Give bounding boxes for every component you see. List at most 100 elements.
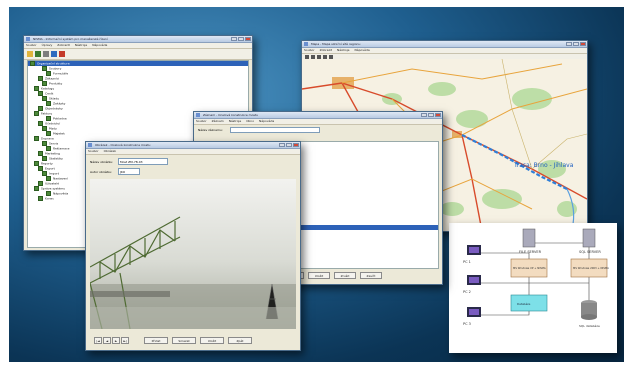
close-button[interactable]	[245, 37, 251, 41]
close-button[interactable]	[580, 42, 586, 46]
record-field-label: Název záznamu:	[198, 128, 223, 132]
menu-item[interactable]: Soubor	[196, 119, 207, 123]
close-button[interactable]	[435, 113, 441, 117]
minimize-button[interactable]	[421, 113, 427, 117]
map-window-title: Mapa - Mapa silniční sítě regionu	[311, 42, 361, 46]
menu-item[interactable]: Soubor	[88, 149, 99, 153]
search-icon[interactable]	[51, 51, 57, 57]
tree-node-label: Statistiky	[49, 156, 63, 161]
tree-node-label: Doprava	[41, 136, 54, 141]
tree-node-label: Objednávky	[45, 106, 63, 111]
maximize-button[interactable]	[428, 113, 434, 117]
menu-item[interactable]: Soubor	[26, 43, 37, 47]
record-field-input[interactable]	[230, 127, 320, 133]
file-server-label: FILE SERVER	[519, 250, 542, 254]
tree-node-label: Účetnictví	[45, 121, 61, 126]
menu-item[interactable]: Nápověda	[259, 119, 274, 123]
save-button[interactable]: Uložit	[200, 337, 224, 344]
next-record-button[interactable]: ►	[112, 337, 120, 344]
maximize-button[interactable]	[573, 42, 579, 46]
close-button[interactable]	[293, 143, 299, 147]
minimize-button[interactable]	[279, 143, 285, 147]
menu-item[interactable]: Nástroje	[75, 43, 88, 47]
tree-node-label: Sklady	[49, 96, 59, 101]
tree-node-label: Reklamace	[53, 146, 70, 151]
image-author-label: Autor obrázku:	[90, 170, 113, 174]
menu-item[interactable]: Soubor	[304, 48, 315, 52]
prev-record-button[interactable]: ◄	[103, 337, 111, 344]
first-record-button[interactable]: |◄	[94, 337, 102, 344]
last-record-button[interactable]: ►|	[121, 337, 129, 344]
main-window-title: NISMA - Informační systém pro manažerské…	[33, 37, 108, 41]
tree-node-label: Zákazníci	[45, 76, 60, 81]
tree-node-label: Konec	[45, 196, 55, 201]
main-window-titlebar: NISMA - Informační systém pro manažerské…	[24, 36, 252, 43]
image-author-field[interactable]: JKO	[118, 168, 140, 175]
bridge-photo	[90, 179, 296, 329]
save-button[interactable]: Uložit	[308, 272, 330, 279]
delete-icon[interactable]	[59, 51, 65, 57]
menu-item[interactable]: Nástroje	[337, 48, 350, 52]
window-controls	[565, 42, 586, 46]
tree-node-label: Ceník	[45, 91, 54, 96]
menu-item[interactable]: Záznam	[212, 119, 224, 123]
menu-item[interactable]: Nápověda	[92, 43, 107, 47]
delete-button[interactable]: Smazat	[172, 337, 196, 344]
app-icon	[196, 113, 200, 117]
sql-server-label: SQL SERVER	[579, 250, 601, 254]
main-toolbar	[24, 49, 252, 60]
network-diagram: PC 1 PC 2 PC 3 FILE SERVER SQL SERVER MS…	[449, 223, 617, 353]
record-header-row: Název záznamu:	[194, 125, 442, 135]
back-button[interactable]: Zpět	[228, 337, 252, 344]
tree-node-label: Majetek	[53, 131, 65, 136]
photo-form: Název obrázku: Most ZM-78-03 Autor obráz…	[86, 155, 300, 179]
app-icon	[26, 37, 30, 41]
box-label: SQL databáze	[579, 324, 600, 328]
tree-node-label: Reporty	[41, 161, 53, 166]
menu-item[interactable]: Obrázek	[104, 149, 117, 153]
save-icon[interactable]	[35, 51, 41, 57]
tree-node-label: Import	[49, 171, 59, 176]
folder-icon[interactable]	[27, 51, 33, 57]
tree-node-label: Katalogy	[41, 86, 55, 91]
photo-window: Obrázek - Ocelová konstrukce mostu Soubo…	[85, 141, 301, 351]
menu-item[interactable]: Úpravy	[42, 43, 53, 47]
tree-node-label: Uživatelé	[45, 181, 59, 186]
pc-label: PC 2	[463, 290, 471, 294]
window-controls	[420, 113, 441, 117]
maximize-button[interactable]	[286, 143, 292, 147]
tree-node-label: Organizační struktura	[37, 61, 70, 66]
window-controls	[278, 143, 299, 147]
tree-node-label: Export	[45, 166, 55, 171]
cancel-button[interactable]: Zrušit	[334, 272, 356, 279]
tree-node-label: Zakázky	[53, 101, 66, 106]
tree-node-label: Formuláře	[53, 71, 69, 76]
app-icon	[304, 42, 308, 46]
minimize-button[interactable]	[231, 37, 237, 41]
route-label: Trasa: Brno - Jihlava	[513, 162, 574, 169]
pc-label: PC 3	[463, 322, 471, 326]
print-icon[interactable]	[43, 51, 49, 57]
record-window-title: Záznam - Ocelová konstrukce mostu	[203, 113, 259, 117]
maximize-button[interactable]	[238, 37, 244, 41]
box-label: Databáze	[517, 302, 531, 306]
tree-node-label: Nápověda	[53, 191, 69, 196]
minimize-button[interactable]	[566, 42, 572, 46]
menu-item[interactable]: Zobrazit	[320, 48, 332, 52]
image-name-label: Název obrázku:	[90, 160, 114, 164]
menu-item[interactable]: Nápověda	[355, 48, 370, 52]
menu-item[interactable]: Okno	[246, 119, 254, 123]
tree-node-label: Marketing	[45, 151, 60, 156]
menu-item[interactable]: Zobrazit	[57, 43, 69, 47]
image-name-field[interactable]: Most ZM-78-03	[118, 158, 168, 165]
record-window-titlebar: Záznam - Ocelová konstrukce mostu	[194, 112, 442, 119]
photo-window-titlebar: Obrázek - Ocelová konstrukce mostu	[86, 142, 300, 149]
close-window-button[interactable]: Zavřít	[360, 272, 382, 279]
photo-window-title: Obrázek - Ocelová konstrukce mostu	[95, 143, 151, 147]
tree-node-label: Mzdy	[49, 126, 57, 131]
tree-node-label: Servis	[49, 141, 59, 146]
tree-node-label: Nastavení	[53, 176, 69, 181]
database-icon	[581, 300, 597, 320]
menu-item[interactable]: Nástroje	[229, 119, 242, 123]
add-button[interactable]: Přidat	[144, 337, 168, 344]
